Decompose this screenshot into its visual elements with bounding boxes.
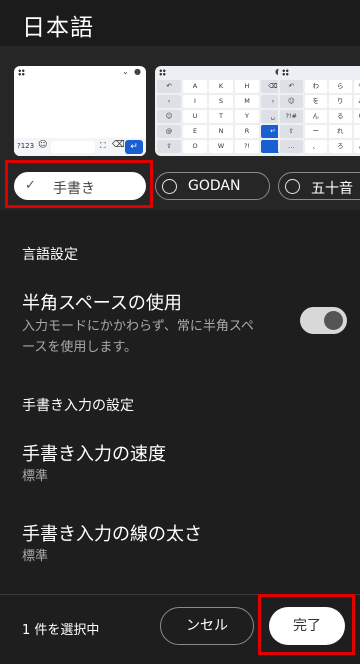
key: れ (329, 125, 352, 138)
layout-option-label: 五十音 (311, 181, 353, 197)
selection-count: 1 件を選択中 (22, 623, 100, 638)
mode-key: ⇧ (157, 140, 181, 153)
half-width-space-toggle[interactable] (300, 307, 347, 334)
preview-toolbar: ⌄ ● (14, 66, 146, 79)
preview-toolbar (278, 66, 360, 79)
app-header: 日本語 (0, 0, 360, 46)
key: ?! (235, 140, 259, 153)
key: M (235, 95, 259, 108)
key: ん (304, 110, 327, 123)
emoji-icon: ☺ (157, 110, 181, 123)
key: Y (235, 110, 259, 123)
undo-key: ↶ (280, 80, 303, 93)
godan-layout-option[interactable]: GODAN (155, 172, 270, 200)
key: U (183, 110, 207, 123)
key: O (183, 140, 207, 153)
key: I (183, 95, 207, 108)
preview-toolbar: ● (155, 66, 287, 79)
apps-grid-icon (159, 69, 166, 76)
handwriting-speed-title[interactable]: 手書き入力の速度 (22, 440, 166, 466)
microphone-icon: ● (134, 67, 141, 76)
toggle-thumb (324, 311, 343, 330)
keyboard-layout-picker: ⌄ ● ?123 ☺ ⛶ ⌫ ↵ ● ↶ A K H ⌫ ‹ (0, 46, 360, 210)
language-settings-heading: 言語設定 (22, 247, 78, 263)
key: R (235, 125, 259, 138)
key: やま (353, 80, 360, 93)
kana-keys: ↶ わ ら やま ☺ を り みひ ?!# ん る ゆむ ⇧ ー れ め (280, 80, 360, 154)
enter-icon: ↵ (125, 140, 143, 154)
handwriting-stroke-value: 標準 (22, 549, 49, 564)
key: W (209, 140, 233, 153)
key: E (183, 125, 207, 138)
key: ゆむ (353, 110, 360, 123)
mode-key: ⇧ (280, 125, 303, 138)
key: みひ (353, 95, 360, 108)
cursor-left-icon: ‹ (157, 95, 181, 108)
space-key (51, 141, 95, 153)
more-key: … (280, 140, 303, 153)
handwriting-settings-heading: 手書き入力の設定 (22, 398, 134, 414)
key: A (183, 80, 207, 93)
page-title: 日本語 (22, 15, 94, 41)
godan-layout-preview[interactable]: ● ↶ A K H ⌫ ‹ I S M › ☺ U T Y ␣ (155, 66, 287, 156)
radio-button-icon (162, 179, 177, 194)
symbols-key: ?!# (280, 110, 303, 123)
key: H (235, 80, 259, 93)
highlight-box (5, 160, 153, 208)
godan-keys: ↶ A K H ⌫ ‹ I S M › ☺ U T Y ␣ @ E N R ↵ … (157, 80, 285, 154)
undo-key: ↶ (157, 80, 181, 93)
kana-layout-option[interactable]: 五十音 (278, 172, 360, 200)
cursor-icon: ⛶ (100, 141, 106, 150)
handwriting-speed-value: 標準 (22, 469, 49, 484)
half-width-space-description-line2: ースを使用します。 (22, 340, 138, 355)
half-width-space-description-line1: 入力モードにかかわらず、常に半角スペ (22, 319, 254, 334)
handwriting-layout-preview[interactable]: ⌄ ● ?123 ☺ ⛶ ⌫ ↵ (14, 66, 146, 156)
handwriting-stroke-title[interactable]: 手書き入力の線の太さ (22, 520, 202, 546)
handwriting-canvas (18, 80, 142, 136)
key: る (329, 110, 352, 123)
half-width-space-title[interactable]: 半角スペースの使用 (22, 289, 182, 315)
backspace-icon: ⌫ (112, 140, 125, 150)
key: 、 (304, 140, 327, 153)
key: め (353, 125, 360, 138)
radio-button-icon (285, 179, 300, 194)
key: K (209, 80, 233, 93)
highlight-box (258, 594, 355, 655)
key: を (304, 95, 327, 108)
symbols-key: @ (157, 125, 181, 138)
cancel-button[interactable]: ンセル (160, 607, 254, 645)
key: よも (353, 140, 360, 153)
key: N (209, 125, 233, 138)
layout-option-label: GODAN (188, 178, 241, 194)
key: T (209, 110, 233, 123)
apps-grid-icon (18, 69, 25, 76)
key: ら (329, 80, 352, 93)
chevron-down-icon: ⌄ (122, 67, 129, 76)
preview-bottom-row: ?123 ☺ ⛶ ⌫ ↵ (14, 138, 146, 156)
numbers-key: ?123 (17, 142, 35, 150)
key: ー (304, 125, 327, 138)
apps-grid-icon (282, 69, 289, 76)
key: わ (304, 80, 327, 93)
key: S (209, 95, 233, 108)
key: り (329, 95, 352, 108)
emoji-icon: ☺ (280, 95, 303, 108)
key: ろ (329, 140, 352, 153)
kana-layout-preview[interactable]: ↶ わ ら やま ☺ を り みひ ?!# ん る ゆむ ⇧ ー れ め (278, 66, 360, 156)
emoji-icon: ☺ (38, 140, 48, 150)
